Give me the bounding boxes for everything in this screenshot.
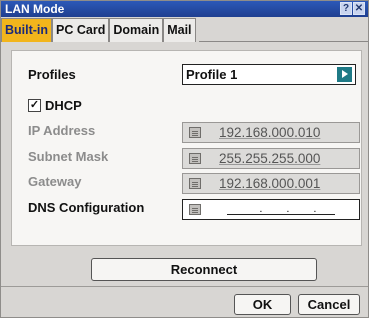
ok-button[interactable]: OK (234, 294, 291, 315)
ip-address-value: 192.168.000.010 (219, 125, 321, 140)
tab-pc-card[interactable]: PC Card (52, 18, 110, 42)
subnet-mask-label: Subnet Mask (28, 149, 109, 164)
keyboard-icon (189, 204, 201, 215)
dns-configuration-label: DNS Configuration (28, 200, 145, 215)
profile-value: Profile 1 (186, 67, 238, 82)
tab-bar: Built-in PC Card Domain Mail (1, 18, 196, 42)
reconnect-button[interactable]: Reconnect (91, 258, 317, 281)
ip-address-field[interactable]: 192.168.000.010 (182, 122, 360, 143)
tab-divider (199, 41, 368, 42)
tab-mail[interactable]: Mail (163, 18, 196, 42)
subnet-mask-value: 255.255.255.000 (219, 151, 321, 166)
gateway-label: Gateway (28, 174, 82, 189)
gateway-value: 192.168.000.001 (219, 176, 321, 191)
title-bar: LAN Mode ? ✕ (1, 1, 368, 17)
profile-select[interactable]: Profile 1 (182, 64, 356, 85)
subnet-mask-field[interactable]: 255.255.255.000 (182, 148, 360, 169)
keyboard-icon (189, 178, 201, 189)
gateway-field[interactable]: 192.168.000.001 (182, 173, 360, 194)
dhcp-label: DHCP (45, 97, 82, 113)
dhcp-checkbox[interactable]: ✓ (28, 98, 41, 112)
settings-panel: Profiles Profile 1 ✓ DHCP IP Address 192… (11, 50, 362, 246)
cancel-button[interactable]: Cancel (298, 294, 360, 315)
window-title: LAN Mode (5, 2, 65, 16)
question-icon[interactable]: ? (340, 2, 352, 15)
dhcp-checkbox-row[interactable]: ✓ DHCP (28, 96, 82, 114)
lan-mode-dialog: LAN Mode ? ✕ Built-in PC Card Domain Mai… (0, 0, 369, 318)
ip-address-label: IP Address (28, 123, 96, 138)
dns-configuration-field[interactable]: ... (182, 199, 360, 220)
tab-domain[interactable]: Domain (109, 18, 164, 42)
tab-built-in[interactable]: Built-in (1, 18, 53, 42)
keyboard-icon (189, 153, 201, 164)
chevron-right-icon[interactable] (337, 67, 352, 82)
profiles-label: Profiles (28, 67, 76, 82)
dns-address-placeholder: ... (227, 204, 335, 215)
keyboard-icon (189, 127, 201, 138)
close-icon[interactable]: ✕ (353, 2, 365, 15)
footer-divider (1, 286, 368, 287)
